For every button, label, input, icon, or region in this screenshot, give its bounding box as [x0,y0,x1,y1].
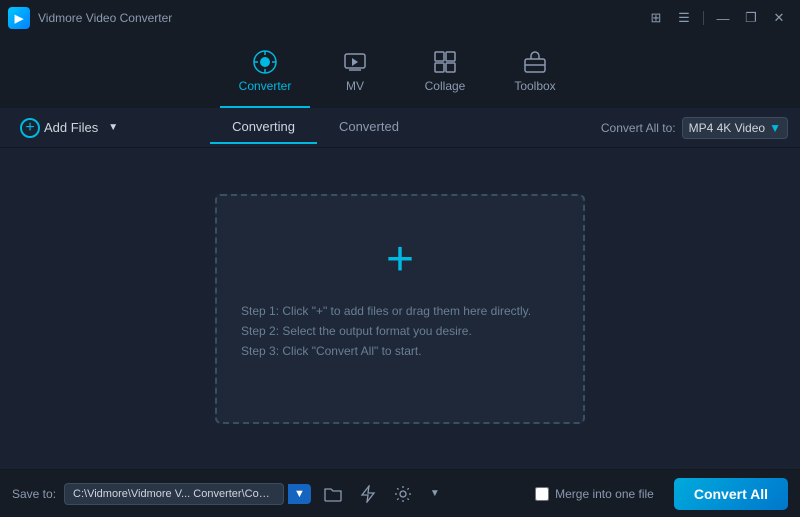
add-files-button[interactable]: + Add Files [12,114,106,142]
tab-converter[interactable]: Converter [220,42,310,108]
format-dropdown-arrow: ▼ [769,121,781,135]
convert-all-to-label: Convert All to: [601,121,676,135]
tab-collage-label: Collage [425,79,466,93]
save-path-input[interactable]: C:\Vidmore\Vidmore V... Converter\Conver… [64,483,284,505]
tab-converted[interactable]: Converted [317,111,421,144]
step1-text: Step 1: Click "+" to add files or drag t… [217,304,531,318]
add-files-dropdown-btn[interactable]: ▼ [106,118,120,137]
mv-icon [342,49,368,75]
lightning-icon [360,485,376,503]
step3-text: Step 3: Click "Convert All" to start. [217,344,422,358]
add-plus-icon: + [20,118,40,138]
tab-collage[interactable]: Collage [400,42,490,108]
settings-dropdown-btn[interactable]: ▼ [425,484,445,503]
toolbar: + Add Files ▼ Converting Converted Conve… [0,108,800,148]
window-controls: ⊞ ☰ — ❐ ✕ [643,6,792,30]
merge-checkbox-section: Merge into one file [535,487,654,501]
tab-converting[interactable]: Converting [210,111,317,144]
tab-toolbox[interactable]: Toolbox [490,42,580,108]
app-title: Vidmore Video Converter [38,11,172,25]
nav-bar: Converter MV Collage Toolbox [0,36,800,108]
merge-checkbox[interactable] [535,487,549,501]
status-tabs: Converting Converted [210,111,421,144]
window-menu-btn[interactable]: ☰ [671,6,697,30]
title-bar: ▶ Vidmore Video Converter ⊞ ☰ — ❐ ✕ [0,0,800,36]
window-grid-btn[interactable]: ⊞ [643,6,669,30]
tab-mv-label: MV [346,79,364,93]
path-dropdown-btn[interactable]: ▼ [288,484,311,504]
selected-format: MP4 4K Video [689,121,766,135]
convert-all-button[interactable]: Convert All [674,478,788,510]
bottom-bar: Save to: C:\Vidmore\Vidmore V... Convert… [0,469,800,517]
tab-toolbox-label: Toolbox [514,79,555,93]
collage-icon [432,49,458,75]
app-logo: ▶ [8,7,30,29]
save-to-label: Save to: [12,487,56,501]
title-sep [703,11,704,25]
window-minimize-btn[interactable]: — [710,6,736,30]
main-content: + Step 1: Click "+" to add files or drag… [0,148,800,469]
window-restore-btn[interactable]: ❐ [738,6,764,30]
drop-zone[interactable]: + Step 1: Click "+" to add files or drag… [215,194,585,424]
converter-icon [252,49,278,75]
toolbox-icon [522,49,548,75]
add-files-label: Add Files [44,120,98,135]
merge-label[interactable]: Merge into one file [555,487,654,501]
drop-plus-icon: + [386,236,414,284]
convert-all-to-section: Convert All to: MP4 4K Video ▼ [601,117,788,139]
tab-converter-label: Converter [239,79,292,93]
format-dropdown[interactable]: MP4 4K Video ▼ [682,117,788,139]
folder-icon-btn[interactable] [319,482,347,506]
step2-text: Step 2: Select the output format you des… [217,324,472,338]
window-close-btn[interactable]: ✕ [766,6,792,30]
title-bar-left: ▶ Vidmore Video Converter [8,7,172,29]
lightning-icon-btn[interactable] [355,481,381,507]
folder-icon [324,486,342,502]
settings-icon [394,485,412,503]
settings-icon-btn[interactable] [389,481,417,507]
tab-mv[interactable]: MV [310,42,400,108]
